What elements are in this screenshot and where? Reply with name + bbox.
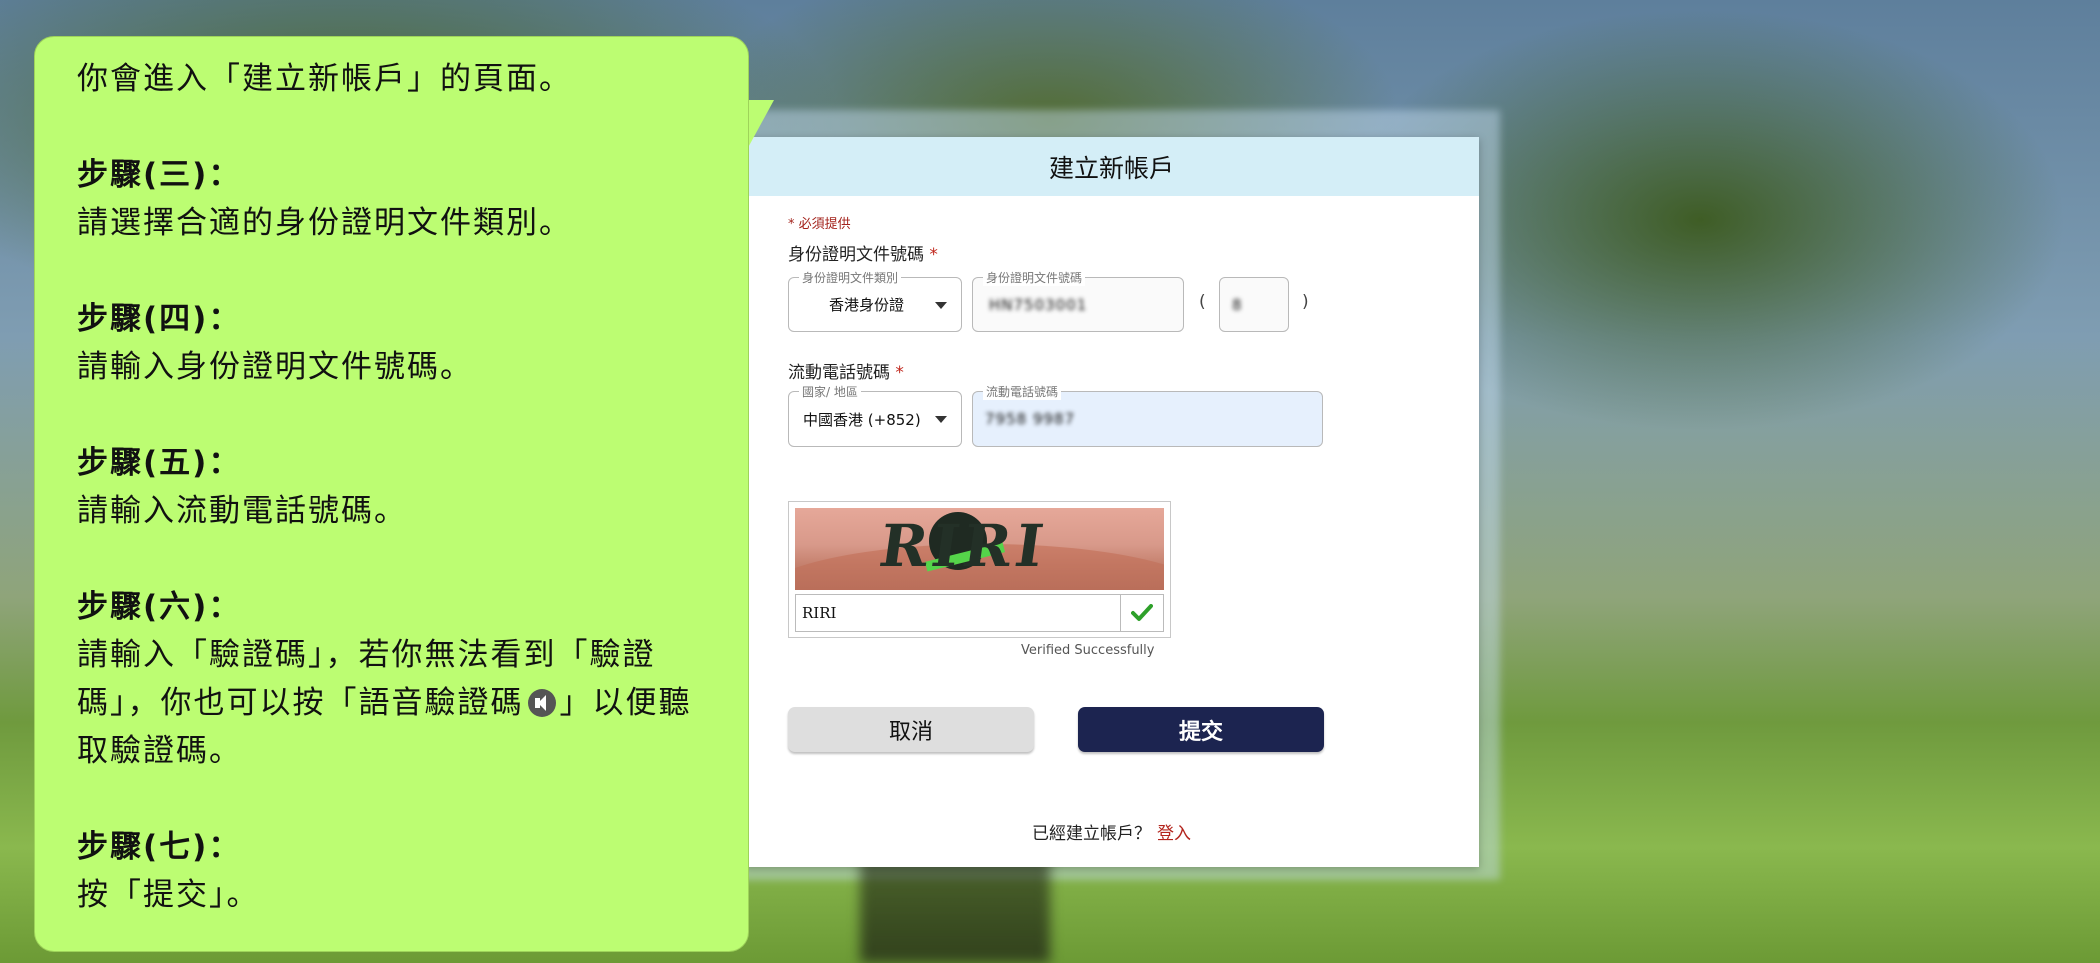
phone-label: 流動電話號碼 *: [788, 358, 904, 383]
captcha-status: Verified Successfully: [1021, 643, 1155, 658]
captcha-input[interactable]: RIRI: [795, 594, 1164, 632]
step-3-text: 請選擇合適的身份證明文件類別。: [77, 205, 572, 241]
check-digit-input[interactable]: 8: [1219, 277, 1289, 332]
chevron-down-icon: [935, 416, 947, 423]
step-5-title: 步驟(五)：: [77, 445, 242, 481]
step-4-title: 步驟(四)：: [77, 301, 242, 337]
card-title: 建立新帳戶: [744, 137, 1479, 196]
step-4-text: 請輸入身份證明文件號碼。: [77, 349, 473, 385]
step-3-title: 步驟(三)：: [77, 157, 242, 193]
paren-open: (: [1199, 292, 1206, 312]
phone-label-text: 流動電話號碼: [788, 363, 890, 383]
country-select[interactable]: 國家/ 地區 中國香港 (+852): [788, 383, 962, 447]
step-7-title: 步驟(七)：: [77, 829, 242, 865]
login-prompt: 已經建立帳戶？: [1032, 824, 1151, 844]
phone-value: 7958 9987: [985, 410, 1076, 428]
check-icon: [1120, 595, 1163, 631]
speaker-icon: [527, 689, 556, 717]
id-number-label: 身份證明文件號碼 *: [788, 240, 938, 265]
doc-number-value: HN7503001: [989, 295, 1088, 314]
paren-close: ): [1302, 292, 1309, 312]
doc-type-select[interactable]: 身份證明文件類別 香港身份證: [788, 269, 962, 332]
chevron-down-icon: [935, 301, 947, 309]
login-row: 已經建立帳戶？ 登入: [744, 819, 1479, 844]
captcha-image: RIRI: [795, 508, 1164, 590]
instruction-intro: 你會進入「建立新帳戶」的頁面。: [77, 61, 572, 97]
required-star: *: [929, 245, 938, 265]
step-7-text: 按「提交」。: [77, 877, 260, 913]
login-link[interactable]: 登入: [1157, 824, 1191, 844]
captcha-input-value: RIRI: [802, 604, 837, 622]
id-number-label-text: 身份證明文件號碼: [788, 245, 924, 265]
step-6-title: 步驟(六)：: [77, 589, 242, 625]
captcha-widget: RIRI RIRI: [788, 501, 1171, 638]
step-6-text: 請輸入「驗證碼」，若你無法看到「驗證碼」，你也可以按「語音驗證碼 」以便聽取驗證碼…: [77, 631, 717, 775]
instruction-text: 你會進入「建立新帳戶」的頁面。 步驟(三)： 請選擇合適的身份證明文件類別。 步…: [77, 55, 717, 919]
step-5-text: 請輸入流動電話號碼。: [77, 493, 407, 529]
cancel-button[interactable]: 取消: [788, 707, 1034, 752]
doc-number-input[interactable]: 身份證明文件號碼 HN7503001: [972, 269, 1184, 332]
instruction-bubble: 你會進入「建立新帳戶」的頁面。 步驟(三)： 請選擇合適的身份證明文件類別。 步…: [34, 36, 749, 952]
submit-button[interactable]: 提交: [1078, 707, 1324, 752]
create-account-card: 建立新帳戶 * 必須提供 身份證明文件號碼 * 身份證明文件類別 香港身份證 身…: [744, 137, 1479, 867]
captcha-letters: RIRI: [875, 512, 1052, 580]
check-digit-value: 8: [1232, 295, 1243, 314]
phone-input[interactable]: 流動電話號碼 7958 9987: [972, 383, 1323, 447]
country-value: 中國香港 (+852): [803, 410, 921, 429]
required-note: * 必須提供: [788, 217, 851, 232]
required-star: *: [895, 363, 904, 383]
doc-type-value: 香港身份證: [829, 296, 905, 314]
